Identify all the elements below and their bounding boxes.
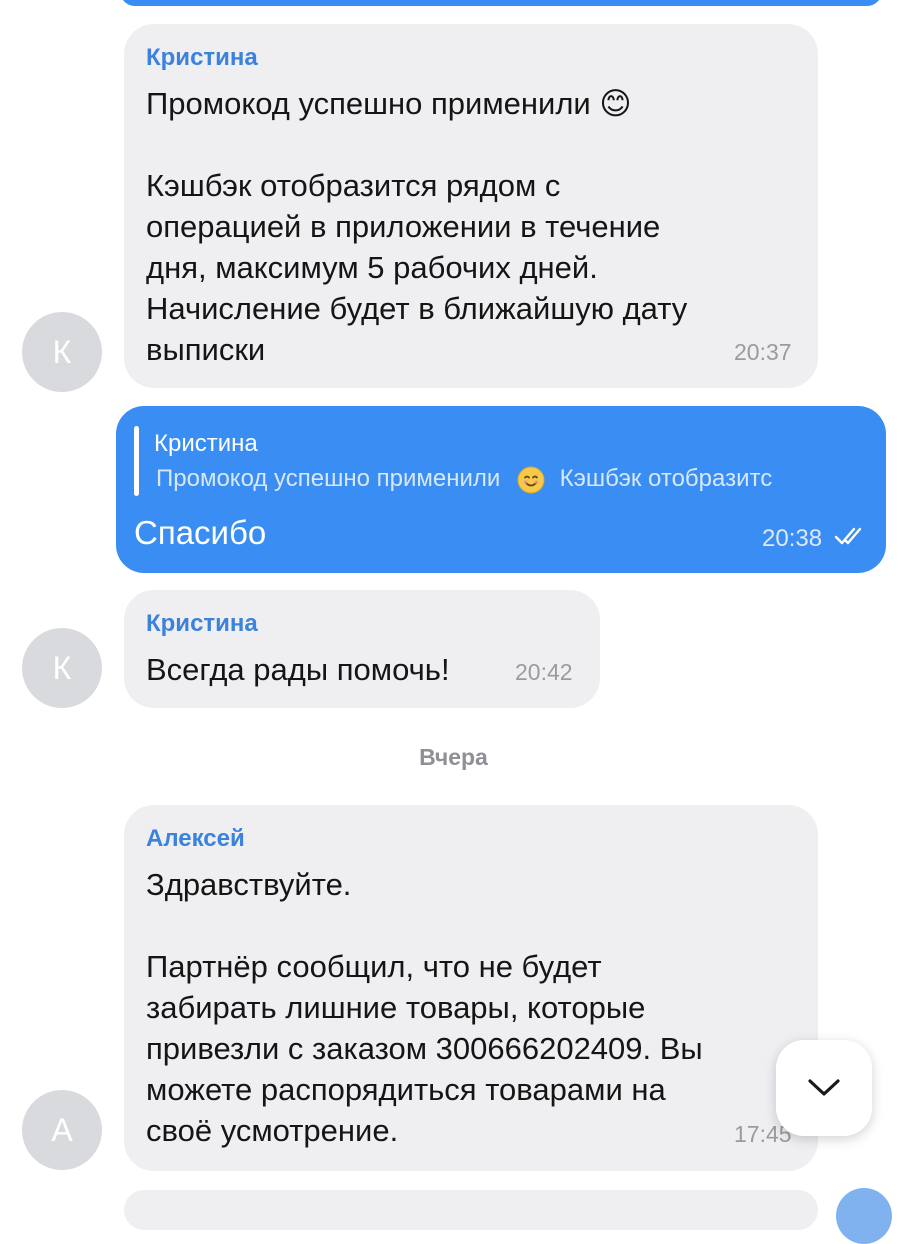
avatar[interactable]: А	[22, 1090, 102, 1170]
message-bubble-incoming[interactable]: Алексей Здравствуйте. Партнёр сообщил, ч…	[124, 805, 818, 1171]
message-time: 20:37	[734, 339, 792, 365]
avatar-initial: А	[51, 1111, 73, 1148]
message-time: 20:42	[515, 659, 573, 685]
message-text: Спасибо	[134, 514, 267, 551]
sender-name: Кристина	[146, 610, 258, 637]
avatar-initial: К	[52, 649, 72, 686]
reply-snippet: Промокод успешно применили Кэшбэк отобра…	[156, 465, 856, 499]
reply-quote-bar	[134, 426, 139, 496]
sender-name: Кристина	[146, 44, 258, 71]
message-text: Всегда рады помочь!	[146, 652, 450, 687]
previous-outgoing-message-edge	[120, 0, 882, 6]
message-text: Промокод успешно применили 😊 Кэшбэк отоб…	[146, 86, 688, 367]
avatar[interactable]: К	[22, 312, 102, 392]
message-bubble-incoming[interactable]: Кристина Всегда рады помочь! 20:42	[124, 590, 600, 708]
smiling-face-icon	[517, 466, 545, 494]
message-time: 20:38	[762, 525, 823, 552]
date-divider: Вчера	[419, 744, 488, 770]
chevron-down-icon	[808, 1079, 840, 1096]
avatar[interactable]: К	[22, 628, 102, 708]
message-bubble-outgoing[interactable]: Кристина Промокод успешно применили Кэшб…	[116, 406, 886, 573]
double-check-icon	[834, 527, 862, 545]
reply-snippet-start: Промокод успешно применили	[156, 465, 501, 492]
message-bubble-incoming[interactable]: Кристина Промокод успешно применили 😊 Кэ…	[124, 24, 818, 388]
message-text: Здравствуйте. Партнёр сообщил, что не бу…	[146, 867, 703, 1148]
scroll-down-button[interactable]	[776, 1040, 872, 1136]
reply-snippet-end: Кэшбэк отобразитс	[559, 465, 773, 492]
next-avatar-edge	[836, 1188, 892, 1244]
next-message-edge	[124, 1190, 818, 1230]
avatar-initial: К	[52, 333, 72, 370]
reply-sender-name: Кристина	[154, 430, 258, 457]
sender-name: Алексей	[146, 825, 245, 852]
